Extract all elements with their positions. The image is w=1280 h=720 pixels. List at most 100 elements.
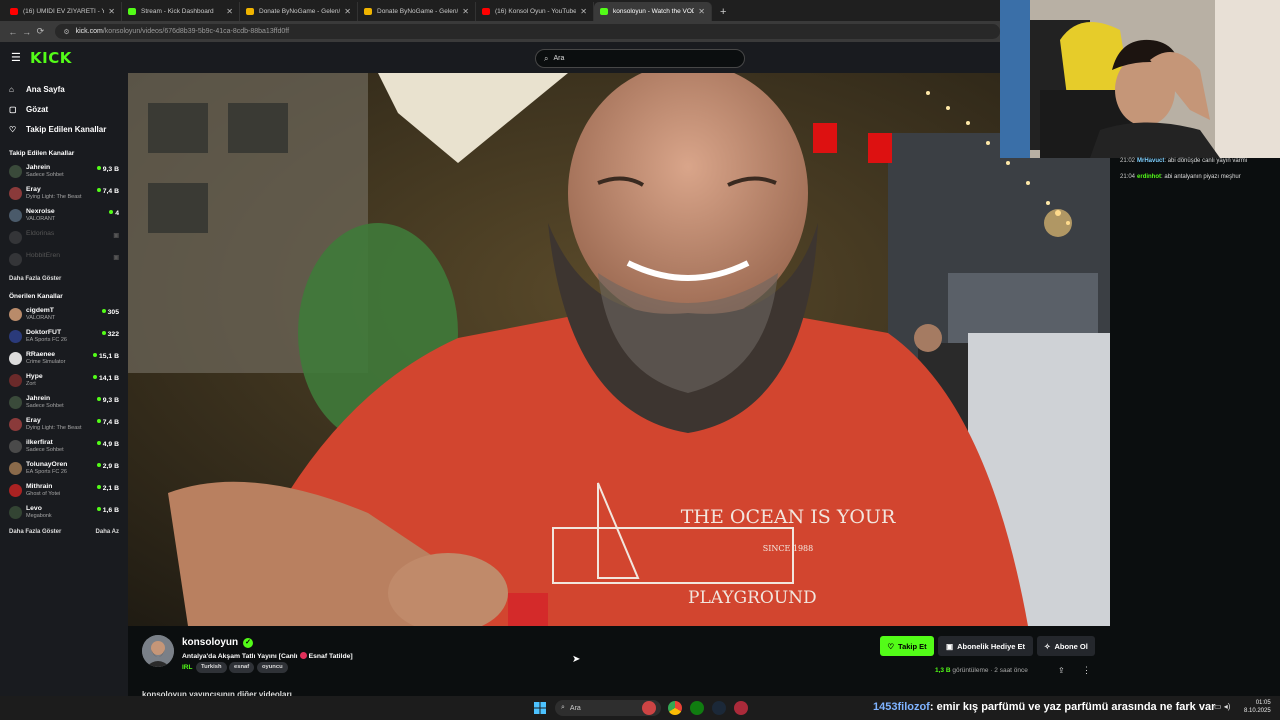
live-dot-icon [96,397,101,401]
sidebar-channel[interactable]: Jahrein Sadece Sohbet 9,3 B [0,161,128,183]
viewer-count: 4 [109,210,119,217]
follow-button-label: Takip Et [898,641,927,651]
chrome-icon[interactable] [668,701,682,715]
tab-title: Stream - Kick Dashboard [141,8,214,15]
chat-username[interactable]: erdinhot [1137,174,1161,180]
tag-turkish[interactable]: Turkish [196,662,227,673]
browser-tab[interactable]: Stream - Kick Dashboard ✕ [122,2,240,21]
tab-close-icon[interactable]: ✕ [698,7,705,16]
system-tray-icons[interactable]: ▭ ◂) [1214,702,1230,711]
xbox-icon[interactable] [690,701,704,715]
viewer-count: 4,9 B [96,441,119,448]
browser-tab[interactable]: konsoloyun - Watch the VOD ✕ [594,2,712,21]
sidebar-nav-item[interactable]: ♡ Takip Edilen Kanallar [0,119,128,139]
browser-tab[interactable]: Donate ByNoGame - Gelen/Giden ✕ [240,2,358,21]
tab-close-icon[interactable]: ✕ [226,7,233,16]
tab-close-icon[interactable]: ✕ [462,7,469,16]
followed-show-more-label[interactable]: Daha Fazla Göster [9,271,61,288]
system-clock[interactable]: 01:05 8.10.2025 [1244,699,1271,715]
recommended-show-less[interactable]: Daha Az [96,524,119,541]
tab-favicon-icon [364,8,372,15]
heart-icon: ♡ [9,124,17,134]
tag-esnaf[interactable]: esnaf [229,662,255,673]
ticker-message: : emir kış parfümü ve yaz parfümü arasın… [929,701,1216,713]
tab-favicon-icon [600,8,608,15]
windows-start-icon[interactable] [534,702,546,714]
viewer-count-value: 9,3 B [102,166,119,173]
browser-tab[interactable]: (16) Konsol Oyun - YouTube ✕ [476,2,594,21]
channel-avatar-icon [9,209,22,222]
gift-sub-button[interactable]: ▣ Abonelik Hediye Et [938,636,1033,656]
sidebar-channel[interactable]: cigdemT VALORANT 305 [0,304,128,326]
view-count: 1,3 B [935,667,951,674]
view-label: görüntüleme [952,667,989,674]
chat-message: 21:02 MrHavuct: abi dönüşde canlı yayın v… [1120,158,1248,164]
sidebar-channel[interactable]: ilkerfirat Sadece Sohbet 4,9 B [0,436,128,458]
sidebar-channel[interactable]: Eray Dying Light: The Beast 7,4 B [0,183,128,205]
subscribe-button[interactable]: ✧ Abone Ol [1037,636,1095,656]
live-dot-icon [109,210,114,214]
channel-name[interactable]: konsoloyun [182,637,238,648]
sidebar-channel[interactable]: Eldorinas ▣ [0,227,128,249]
back-icon[interactable]: ← [6,27,20,37]
sidebar-channel[interactable]: Hype Zort 14,1 B [0,370,128,392]
tab-close-icon[interactable]: ✕ [344,7,351,16]
site-info-icon[interactable]: ⚙ [63,28,69,36]
stream-title-part1: Antalya'da Akşam Tatlı Yayını [Canlı [182,653,298,660]
browser-tab[interactable]: Donate ByNoGame - Gelen/Giden ✕ [358,2,476,21]
home-icon: ⌂ [9,84,14,94]
share-icon[interactable]: ⇪ [1058,666,1065,675]
sidebar-channel[interactable]: TolunayOren EA Sports FC 26 2,9 B [0,458,128,480]
channel-avatar[interactable] [142,635,174,667]
tag-oyuncu[interactable]: oyuncu [257,662,288,673]
viewer-count-value: 14,1 B [98,375,119,382]
browser-tab[interactable]: (16) ÜMİDİ EV ZİYARETİ - YouTube✕ [4,2,122,21]
sidebar-nav-item[interactable]: ▢ Gözat [0,99,128,119]
chat-username[interactable]: MrHavuct [1137,158,1164,164]
sidebar-channel[interactable]: Levo Megabonk 1,6 B [0,502,128,524]
url-field[interactable]: ⚙ kick.com/konsoloyun/videos/676d8b39-5b… [55,24,1001,39]
sidebar-channel[interactable]: DoktorFUT EA Sports FC 26 322 [0,326,128,348]
menu-icon[interactable]: ☰ [11,51,25,64]
address-bar: ← → ⟳ ⚙ kick.com/konsoloyun/videos/676d8… [0,21,1001,42]
followed-section-title: Takip Edilen Kanallar [9,150,75,157]
taskbar-app-icon[interactable] [642,701,656,715]
sidebar-channel[interactable]: RRaenee Crime Simulator 15,1 B [0,348,128,370]
tab-close-icon[interactable]: ✕ [580,7,587,16]
viewer-count-value: 9,3 B [102,397,119,404]
forward-icon[interactable]: → [20,27,34,37]
followed-show-more[interactable]: Daha Fazla Göster [0,271,128,288]
follow-button[interactable]: ♡ Takip Et [880,636,934,656]
sidebar-channel[interactable]: Eray Dying Light: The Beast 7,4 B [0,414,128,436]
chat-message: 21:04 erdinhot: abi antalyanın piyazı meş… [1120,174,1241,180]
recommended-show-more[interactable]: Daha Fazla Göster [9,524,61,541]
reload-icon[interactable]: ⟳ [34,26,48,37]
view-stats: 1,3 B görüntüleme · 2 saat önce [935,667,1028,674]
stream-category[interactable]: IRL [182,664,192,671]
mouse-cursor-icon: ➤ [572,654,581,665]
more-options-icon[interactable]: ⋮ [1082,665,1091,676]
tab-title: (16) Konsol Oyun - YouTube [495,8,577,15]
search-input[interactable]: ⌕ Ara [535,49,745,68]
sidebar-channel[interactable]: Nexrolse VALORANT 4 [0,205,128,227]
channel-avatar-icon [9,418,22,431]
video-player[interactable]: THE OCEAN IS YOUR SINCE 1988 PLAYGROUND [128,73,1110,626]
followed-channel-list: Jahrein Sadece Sohbet 9,3 B Eray Dying Light… [0,161,128,271]
tab-close-icon[interactable]: ✕ [108,7,115,16]
recommended-more-row: Daha Fazla Göster Daha Az [0,524,128,541]
viewer-count-value: 2,1 B [102,485,119,492]
live-dot-icon [101,309,106,313]
steam-icon[interactable] [712,701,726,715]
sidebar-channel[interactable]: Jahrein Sadece Sohbet 9,3 B [0,392,128,414]
taskbar-app-icon-2[interactable] [734,701,748,715]
viewer-count-value: 2,9 B [102,463,119,470]
tab-title: Donate ByNoGame - Gelen/Giden [377,8,458,15]
sidebar-channel[interactable]: HobbitEren ▣ [0,249,128,271]
sidebar-channel[interactable]: Mithrain Ghost of Yotei 2,1 B [0,480,128,502]
kick-logo[interactable]: KICK [30,49,72,67]
channel-avatar-icon [9,308,22,321]
new-tab-button[interactable]: + [720,6,726,18]
sidebar-nav-item[interactable]: ⌂ Ana Sayfa [0,79,128,99]
sidebar: ⌂ Ana Sayfa ▢ Gözat ♡ Takip Edilen Kanallar T… [0,73,128,696]
verified-icon: ✓ [243,638,253,648]
